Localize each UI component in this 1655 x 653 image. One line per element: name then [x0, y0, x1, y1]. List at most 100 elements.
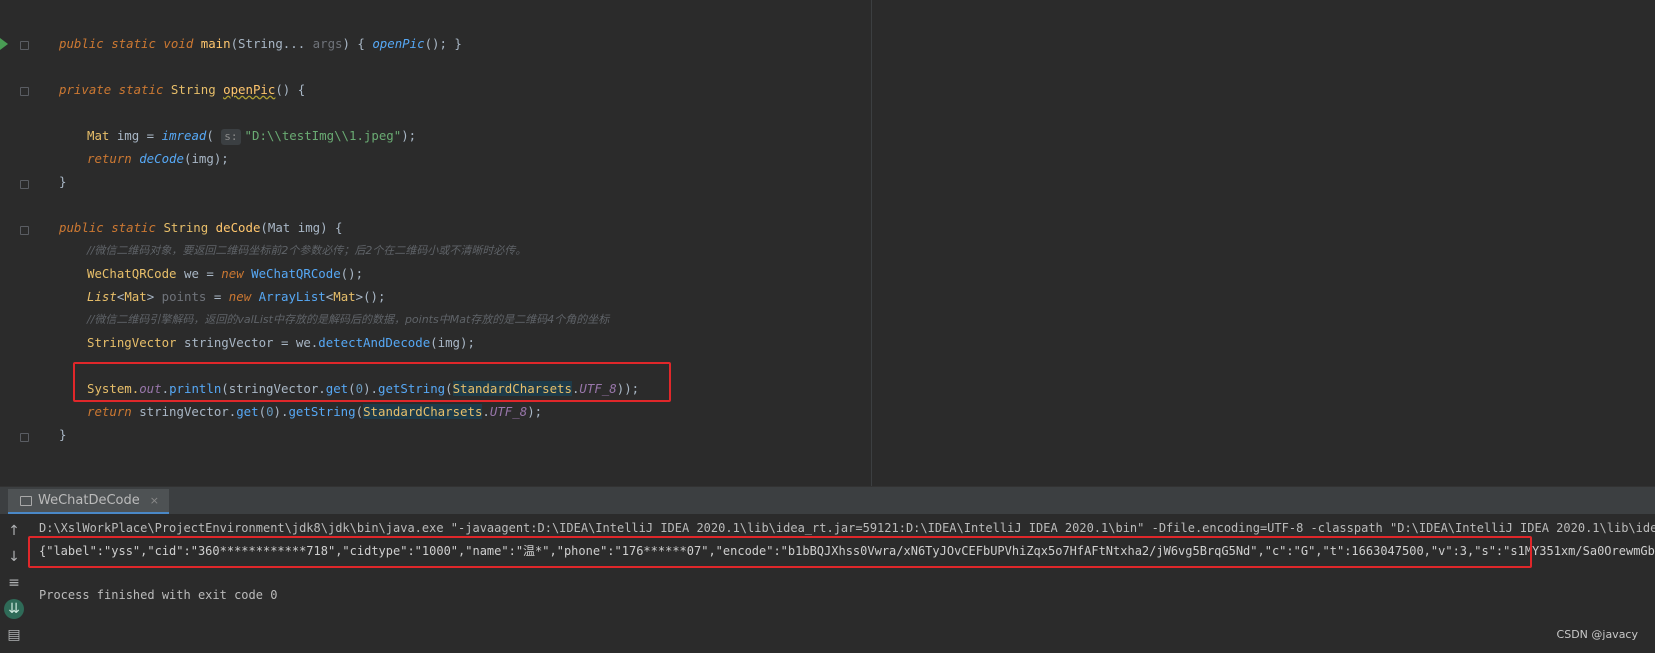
print-icon[interactable]: ▤ [4, 625, 24, 645]
code-line-detect: StringVector stringVector = we.detectAnd… [87, 332, 475, 354]
code-text: > [146, 289, 162, 304]
code-text: ) { [320, 220, 343, 235]
code-line-decode-sig: public static String deCode(Mat img) { [59, 217, 343, 239]
method-call: get [236, 404, 259, 419]
watermark: CSDN @javacy [1556, 628, 1638, 641]
fold-icon[interactable] [20, 433, 29, 442]
code-line-return-decode: return deCode(img); [87, 148, 229, 170]
code-text: = [206, 289, 229, 304]
type-name: WeChatQRCode [87, 266, 184, 281]
highlight-box-output [28, 536, 1532, 568]
method-call: detectAndDecode [318, 335, 431, 350]
type-name: String [163, 220, 216, 235]
keyword: return [87, 404, 140, 419]
code-text: stringVector = we. [183, 335, 319, 350]
right-margin-guide [871, 0, 872, 486]
type-name: StringVector [87, 335, 184, 350]
fold-icon[interactable] [20, 87, 29, 96]
method-call: openPic [372, 36, 425, 51]
method-call: getString [288, 404, 356, 419]
keyword: new [221, 266, 252, 281]
arrow-down-icon[interactable]: ↓ [4, 547, 24, 567]
code-text: } [59, 174, 67, 189]
string-literal: "D:\\testImg\\1.jpeg" [244, 128, 402, 143]
class-name: WeChatQRCode [251, 266, 341, 281]
method-call: imread [161, 128, 207, 143]
code-text: ). [273, 404, 289, 419]
run-tool-window-header: WeChatDeCode × [0, 486, 1655, 515]
code-text: . [482, 404, 490, 419]
fold-icon[interactable] [20, 180, 29, 189]
comment-text: //微信二维码对象，要返回二维码坐标前2个参数必传；后2个在二维码小或不清晰时必… [87, 244, 527, 257]
type-name: List [87, 289, 117, 304]
code-line-close-brace: } [59, 424, 66, 446]
code-text: ); [527, 404, 543, 419]
code-text: () { [275, 82, 306, 97]
run-tab[interactable]: WeChatDeCode × [8, 489, 169, 515]
code-text: (); [340, 266, 364, 281]
console-toolbar: ↑ ↓ ≡ ⇊ ▤ [0, 514, 28, 653]
code-text: (); } [424, 36, 462, 51]
close-icon[interactable]: × [150, 494, 159, 507]
type-name: Mat [124, 289, 147, 304]
parameter-hint: s: [221, 129, 241, 145]
code-line-openpic: private static String openPic() { [59, 79, 305, 101]
code-text: (img); [183, 151, 229, 166]
type-name: String [170, 82, 224, 97]
editor-gutter [0, 0, 32, 486]
unused-variable: points [161, 289, 207, 304]
fold-icon[interactable] [20, 41, 29, 50]
code-line-return-string: return stringVector.get(0).getString(Sta… [87, 401, 542, 423]
code-text: (String... [230, 36, 313, 51]
code-text: } [59, 427, 67, 442]
console-command-line: D:\XslWorkPlace\ProjectEnvironment\jdk8\… [39, 521, 1655, 535]
param-name: img [297, 220, 321, 235]
console-exit-line: Process finished with exit code 0 [39, 588, 278, 602]
arrow-up-icon[interactable]: ↑ [4, 521, 24, 541]
soft-wrap-icon[interactable]: ≡ [4, 573, 24, 593]
code-text: img = [116, 128, 162, 143]
keyword: new [228, 289, 259, 304]
keyword: public static void [59, 36, 201, 51]
param-name: args [312, 36, 343, 51]
code-text: we = [183, 266, 222, 281]
code-line-points: List<Mat> points = new ArrayList<Mat>(); [87, 286, 385, 308]
comment-text: //微信二维码引擎解码，返回的valList中存放的是解码后的数据，points… [87, 313, 610, 326]
keyword: private static [59, 82, 171, 97]
code-text: >(); [355, 289, 386, 304]
code-text: ); [401, 128, 417, 143]
run-icon[interactable] [0, 38, 8, 50]
code-text: (Mat [260, 220, 298, 235]
code-comment: //微信二维码引擎解码，返回的valList中存放的是解码后的数据，points… [87, 309, 609, 331]
highlight-box-println [73, 362, 671, 402]
method-call: deCode [139, 151, 184, 166]
code-text: (img); [430, 335, 475, 350]
code-editor[interactable]: public static void main(String... args) … [0, 0, 1655, 486]
code-text: ( [258, 404, 267, 419]
code-text: ( [206, 128, 222, 143]
constant: UTF_8 [489, 404, 528, 419]
code-text: ( [355, 404, 364, 419]
method-name: main [200, 36, 231, 51]
code-comment: //微信二维码对象，要返回二维码坐标前2个参数必传；后2个在二维码小或不清晰时必… [87, 240, 526, 262]
code-text: ) { [342, 36, 373, 51]
run-tab-label: WeChatDeCode [38, 493, 140, 508]
type-name: StandardCharsets [363, 404, 483, 419]
keyword: return [87, 151, 140, 166]
code-line-close-brace: } [59, 171, 66, 193]
number-literal: 0 [266, 404, 274, 419]
code-line-main: public static void main(String... args) … [59, 33, 462, 55]
method-name: deCode [215, 220, 261, 235]
type-name: Mat [333, 289, 356, 304]
code-line-imread: Mat img = imread( s: "D:\\testImg\\1.jpeg… [87, 125, 416, 147]
console-icon [20, 495, 32, 506]
scroll-to-end-icon[interactable]: ⇊ [4, 599, 24, 619]
class-name: ArrayList [258, 289, 326, 304]
code-line-wechat-new: WeChatQRCode we = new WeChatQRCode(); [87, 263, 363, 285]
fold-icon[interactable] [20, 226, 29, 235]
run-console[interactable]: ↑ ↓ ≡ ⇊ ▤ D:\XslWorkPlace\ProjectEnviron… [0, 514, 1655, 653]
type-name: Mat [87, 128, 117, 143]
method-name: openPic [223, 82, 276, 97]
code-text: stringVector. [139, 404, 237, 419]
keyword: public static [59, 220, 164, 235]
